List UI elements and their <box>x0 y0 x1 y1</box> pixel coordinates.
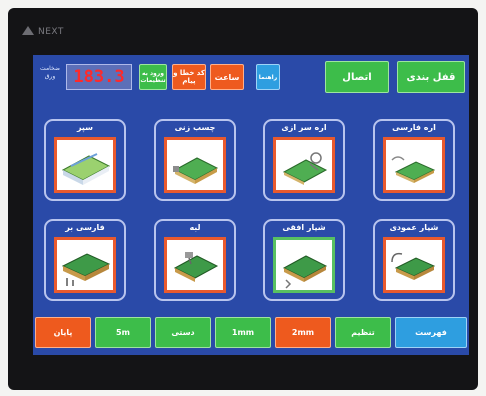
program-label: اره سر ازی <box>281 123 327 132</box>
counter-display: 183.3 <box>66 64 132 90</box>
program-tile-6[interactable]: لبه <box>154 219 236 301</box>
program-image-frame <box>273 137 335 193</box>
clock-button[interactable]: ساعت <box>210 64 244 90</box>
board-machine-icon <box>282 152 328 185</box>
counter-label: ضخامت ورق <box>40 65 60 80</box>
interlock-button[interactable]: قفل بندی <box>397 61 465 93</box>
footer-button-1mm[interactable]: 1mm <box>215 317 271 348</box>
brand-text: NEXT <box>38 27 64 37</box>
footer-button-5m[interactable]: 5m <box>95 317 151 348</box>
footer-button-menu[interactable]: فهرست <box>395 317 467 348</box>
board-machine-icon <box>61 253 111 286</box>
program-tile-7[interactable]: شیار افقی <box>263 219 345 301</box>
program-image-frame <box>273 237 335 293</box>
program-label: شیار عمودی <box>389 223 439 232</box>
program-label: شیار افقی <box>282 223 326 232</box>
program-image-frame <box>383 237 445 293</box>
program-tile-5[interactable]: فارسی بر <box>44 219 126 301</box>
board-machine-icon <box>282 255 328 289</box>
program-image-frame <box>164 137 226 193</box>
program-image-frame <box>54 237 116 293</box>
program-tile-8[interactable]: شیار عمودی <box>373 219 455 301</box>
board-machine-icon <box>391 252 436 280</box>
bottom-bar: پایان 5m دستی 1mm 2mm تنظیم فهرست <box>33 317 469 349</box>
footer-button-2mm[interactable]: 2mm <box>275 317 331 348</box>
error-code-button[interactable]: کد خطا و پیام <box>172 64 206 90</box>
program-label: فارسی بر <box>65 223 105 232</box>
program-image-frame <box>383 137 445 193</box>
program-tile-1[interactable]: سپر <box>44 119 126 201</box>
hmi-screen: ضخامت ورق 183.3 ورود به تنظیمات کد خطا و… <box>33 55 469 355</box>
footer-button-setup[interactable]: تنظیم <box>335 317 391 348</box>
board-machine-icon <box>173 252 219 282</box>
program-label: اره فارسی <box>392 123 436 132</box>
board-machine-icon <box>173 157 219 184</box>
board-machine-icon <box>391 156 436 183</box>
program-label: لبه <box>189 223 201 232</box>
board-machine-icon <box>61 153 111 185</box>
program-tile-4[interactable]: اره فارسی <box>373 119 455 201</box>
program-tile-3[interactable]: اره سر ازی <box>263 119 345 201</box>
footer-button-end[interactable]: پایان <box>35 317 91 348</box>
help-button[interactable]: راهنما <box>256 64 280 90</box>
program-image-frame <box>164 237 226 293</box>
brand-mark-icon <box>22 26 34 35</box>
footer-button-manual[interactable]: دستی <box>155 317 211 348</box>
top-bar: ضخامت ورق 183.3 ورود به تنظیمات کد خطا و… <box>33 55 469 99</box>
program-label: سپر <box>76 123 94 132</box>
settings-entry-button[interactable]: ورود به تنظیمات <box>139 64 167 90</box>
program-image-frame <box>54 137 116 193</box>
brand-logo: NEXT <box>22 22 112 42</box>
program-label: چسب زنی <box>174 123 216 132</box>
program-tile-2[interactable]: چسب زنی <box>154 119 236 201</box>
connect-button[interactable]: اتصال <box>325 61 389 93</box>
